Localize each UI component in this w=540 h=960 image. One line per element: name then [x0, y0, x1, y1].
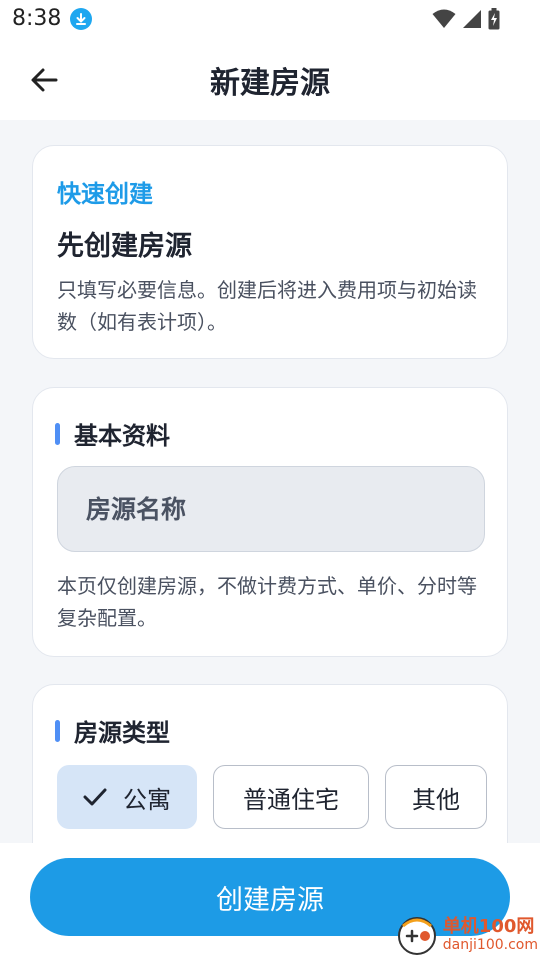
page-title: 新建房源 — [210, 66, 330, 101]
cellular-signal-icon — [463, 10, 481, 28]
property-type-title: 房源类型 — [74, 719, 170, 747]
status-icons — [432, 8, 500, 30]
intro-card: 快速创建 先创建房源 只填写必要信息。创建后将进入费用项与初始读数（如有表计项）… — [32, 145, 508, 359]
wifi-icon — [432, 9, 456, 28]
battery-charging-icon — [488, 8, 500, 30]
basic-info-header: 基本资料 — [55, 416, 170, 451]
bottom-bar: 创建房源 单机100网 danji100.com — [0, 843, 540, 960]
section-accent-bar — [55, 719, 60, 742]
intro-headline: 先创建房源 — [57, 231, 192, 262]
chip-other[interactable]: 其他 — [385, 765, 487, 829]
download-badge-icon — [70, 8, 92, 30]
intro-description: 只填写必要信息。创建后将进入费用项与初始读数（如有表计项）。 — [57, 278, 477, 334]
check-icon — [83, 787, 107, 807]
chip-label: 公寓 — [123, 785, 171, 814]
status-time: 8:38 — [12, 6, 62, 31]
basic-info-title: 基本资料 — [74, 422, 170, 450]
intro-kicker: 快速创建 — [57, 180, 153, 208]
property-type-header: 房源类型 — [55, 713, 170, 748]
watermark: 单机100网 danji100.com — [397, 916, 538, 956]
property-type-chips: 公寓 普通住宅 其他 — [57, 765, 487, 829]
chip-label: 普通住宅 — [243, 785, 339, 814]
property-name-input[interactable] — [84, 493, 484, 525]
chip-label: 其他 — [412, 785, 460, 814]
app-bar: 新建房源 — [0, 38, 540, 120]
watermark-logo-icon — [397, 917, 436, 955]
section-accent-bar — [55, 422, 60, 445]
basic-info-note: 本页仅创建房源，不做计费方式、单价、分时等复杂配置。 — [57, 574, 477, 630]
chip-apartment[interactable]: 公寓 — [57, 765, 197, 829]
basic-info-card: 基本资料 本页仅创建房源，不做计费方式、单价、分时等复杂配置。 — [32, 387, 508, 657]
chip-residential[interactable]: 普通住宅 — [213, 765, 369, 829]
status-bar: 8:38 — [0, 0, 540, 38]
watermark-name: 单机100网 — [442, 916, 535, 937]
property-name-field[interactable] — [57, 466, 485, 552]
watermark-text: 单机100网 danji100.com — [443, 918, 538, 954]
watermark-url: danji100.com — [442, 937, 538, 953]
